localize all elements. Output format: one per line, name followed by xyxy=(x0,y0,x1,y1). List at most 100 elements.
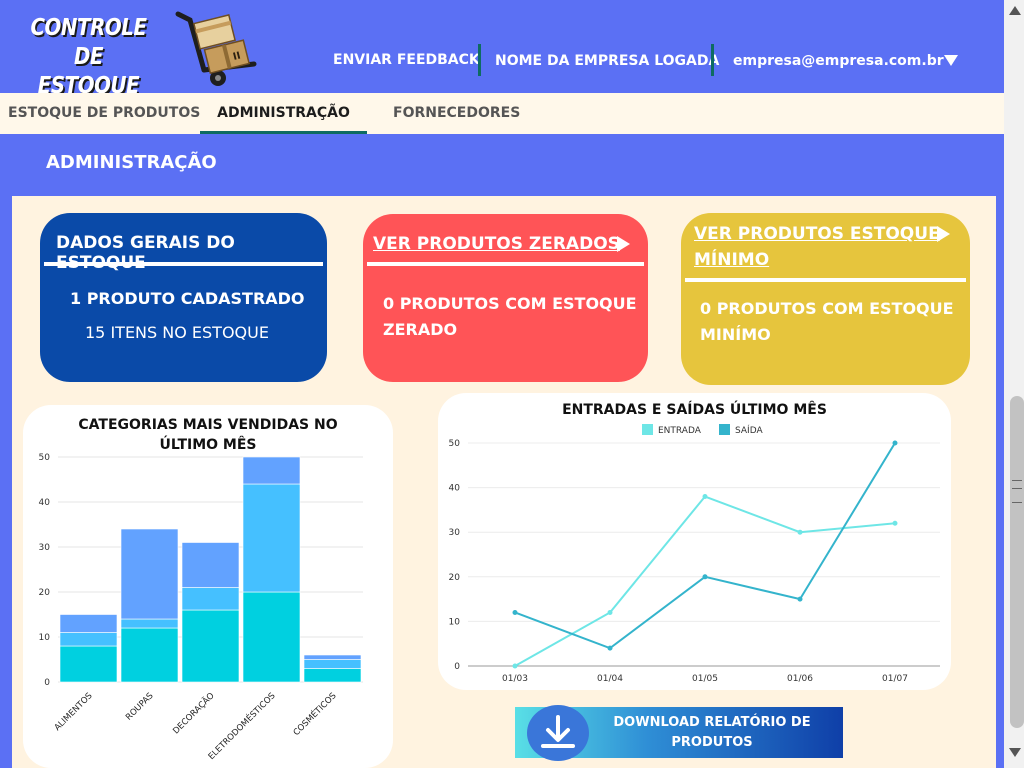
card-minimum-stock[interactable]: VER PRODUTOS ESTOQUE MÍNIMO 0 PRODUTOS C… xyxy=(681,213,970,385)
bar-segment-0 xyxy=(120,627,179,683)
x-tick-label: COSMÉTICOS xyxy=(290,690,338,738)
data-point xyxy=(607,645,613,651)
arrow-right-icon xyxy=(937,226,950,242)
x-tick-label: 01/04 xyxy=(597,674,623,684)
x-tick-label: ALIMENTOS xyxy=(53,691,95,733)
download-label: DOWNLOAD RELATÓRIO DE PRODUTOS xyxy=(591,713,833,753)
divider xyxy=(685,278,966,282)
x-tick-label: 01/07 xyxy=(882,674,908,684)
product-count: 1 PRODUTO CADASTRADO xyxy=(70,289,305,308)
x-tick-label: 01/03 xyxy=(502,674,528,684)
view-minimum-products-link[interactable]: VER PRODUTOS ESTOQUE MÍNIMO xyxy=(694,221,940,273)
app-logo[interactable]: CONTROLE DE ESTOQUE xyxy=(24,14,153,101)
item-count: 15 ITENS NO ESTOQUE xyxy=(85,323,269,342)
x-tick-label: DECORAÇÃO xyxy=(171,690,217,736)
legend-swatch xyxy=(719,424,730,435)
bar-segment-2 xyxy=(120,528,179,620)
view-zero-products-link[interactable]: VER PRODUTOS ZERADOS xyxy=(373,234,620,254)
legend-swatch xyxy=(642,424,653,435)
card-title-line-2: MÍNIMO xyxy=(694,250,770,270)
y-tick-label: 0 xyxy=(454,662,460,672)
bar-segment-1 xyxy=(59,632,118,647)
tab-administracao[interactable]: ADMINISTRAÇÃO xyxy=(200,93,367,134)
y-tick-label: 50 xyxy=(39,453,51,463)
bar-segment-1 xyxy=(120,618,179,629)
y-tick-label: 10 xyxy=(449,617,461,627)
arrow-right-icon xyxy=(617,236,630,252)
bar-segment-2 xyxy=(242,456,301,485)
header-divider xyxy=(478,44,481,76)
card-zero-stock[interactable]: VER PRODUTOS ZERADOS 0 PRODUTOS COM ESTO… xyxy=(363,214,648,382)
line-chart: 0 10 20 30 40 50 01/03 01/04 01/05 01/06 01/07 ENTR… xyxy=(449,424,940,684)
bar-segment-0 xyxy=(59,645,118,683)
page-title: ADMINISTRAÇÃO xyxy=(46,152,217,173)
legend-label: ENTRADA xyxy=(658,426,702,436)
minimum-stock-line-1: 0 PRODUTOS COM ESTOQUE xyxy=(700,299,954,318)
download-label-line-2: PRODUTOS xyxy=(671,735,753,750)
y-tick-label: 40 xyxy=(39,498,51,508)
data-point xyxy=(892,440,898,446)
y-tick-label: 20 xyxy=(39,588,51,598)
logo-line-1: CONTROLE DE xyxy=(30,15,147,70)
y-tick-label: 20 xyxy=(449,573,461,583)
card-general-stock: DADOS GERAIS DO ESTOQUE 1 PRODUTO CADAST… xyxy=(40,213,327,382)
series-line-entrada xyxy=(514,495,896,667)
data-point xyxy=(702,574,708,580)
scroll-up-icon[interactable] xyxy=(1009,6,1021,15)
card-title: DADOS GERAIS DO ESTOQUE xyxy=(56,233,235,273)
tab-estoque-de-produtos[interactable]: ESTOQUE DE PRODUTOS xyxy=(8,93,200,134)
scroll-down-icon[interactable] xyxy=(1009,748,1021,757)
x-tick-label: ROUPAS xyxy=(124,691,156,723)
minimum-stock-line-2: MINÍMO xyxy=(700,325,771,344)
bar-segment-1 xyxy=(242,483,301,593)
y-tick-label: 30 xyxy=(449,528,461,538)
bar-segment-2 xyxy=(59,614,118,633)
bar-segment-1 xyxy=(303,659,362,669)
bar-segment-0 xyxy=(303,668,362,683)
y-tick-label: 50 xyxy=(449,439,461,449)
card-title-line-1: VER PRODUTOS ESTOQUE xyxy=(694,224,940,244)
series-line-saída xyxy=(514,442,896,650)
company-name-link[interactable]: NOME DA EMPRESA LOGADA xyxy=(495,53,719,69)
bar-chart-panel: CATEGORIAS MAIS VENDIDAS NO ÚLTIMO MÊS 0… xyxy=(23,405,393,768)
data-point xyxy=(607,609,613,615)
bar-segment-2 xyxy=(303,654,362,660)
y-tick-label: 10 xyxy=(39,633,51,643)
bar-segment-2 xyxy=(181,542,240,588)
download-icon xyxy=(527,705,589,761)
divider xyxy=(367,262,644,266)
tab-fornecedores[interactable]: FORNECEDORES xyxy=(393,93,520,134)
scrollbar-thumb[interactable] xyxy=(1010,396,1024,728)
download-label-line-1: DOWNLOAD RELATÓRIO DE xyxy=(613,715,811,730)
data-point xyxy=(702,494,708,500)
download-report-button[interactable]: DOWNLOAD RELATÓRIO DE PRODUTOS xyxy=(515,705,843,761)
vertical-scrollbar[interactable] xyxy=(1004,0,1024,768)
y-tick-label: 40 xyxy=(449,484,461,494)
bar-segment-1 xyxy=(181,587,240,611)
x-tick-label: 01/06 xyxy=(787,674,813,684)
hand-truck-boxes-icon: II xyxy=(175,11,257,86)
divider xyxy=(44,262,323,266)
main-tabs: ESTOQUE DE PRODUTOS ADMINISTRAÇÃO FORNEC… xyxy=(0,93,1004,134)
bar-segment-0 xyxy=(242,591,301,683)
account-dropdown-icon[interactable] xyxy=(944,55,958,66)
grip-line xyxy=(1012,488,1022,489)
zero-stock-line-2: ZERADO xyxy=(383,320,458,339)
y-tick-label: 30 xyxy=(39,543,51,553)
legend-label: SAÍDA xyxy=(735,424,763,436)
data-point xyxy=(512,663,518,669)
header-divider xyxy=(711,44,714,76)
data-point xyxy=(797,529,803,535)
data-point xyxy=(512,609,518,615)
bar-chart: 0 10 20 30 40 50 ALIMENTOS ROUPAS DECORAÇÃOELETR… xyxy=(39,453,363,762)
user-email[interactable]: empresa@empresa.com.br xyxy=(733,53,944,69)
grip-line xyxy=(1012,502,1022,503)
send-feedback-link[interactable]: ENVIAR FEEDBACK xyxy=(333,52,480,68)
x-tick-label: 01/05 xyxy=(692,674,718,684)
app-header: CONTROLE DE ESTOQUE II ENVIAR FEEDBACK N… xyxy=(0,0,1004,99)
zero-stock-line-1: 0 PRODUTOS COM ESTOQUE xyxy=(383,294,637,313)
line-chart-panel: ENTRADAS E SAÍDAS ÚLTIMO MÊS 0 10 20 30 40 50… xyxy=(438,393,951,690)
data-point xyxy=(797,596,803,602)
bar-segment-0 xyxy=(181,609,240,683)
x-tick-label: ELETRODOMÉSTICOS xyxy=(205,690,277,762)
